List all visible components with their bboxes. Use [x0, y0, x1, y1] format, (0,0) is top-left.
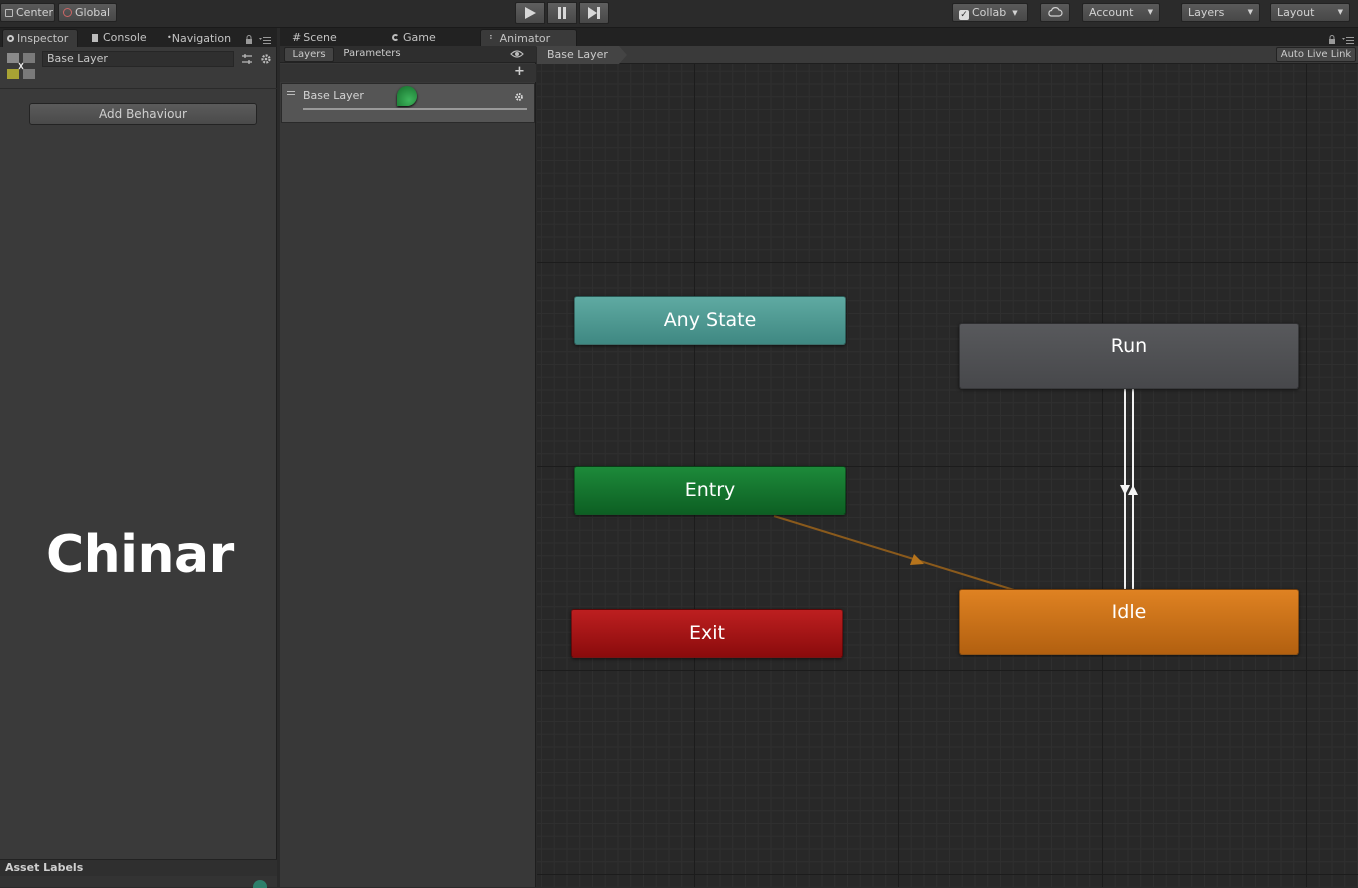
- tab-layers[interactable]: Layers: [284, 47, 334, 62]
- tab-layers-label: Layers: [292, 49, 326, 60]
- layers-subtabs: Layers Parameters: [280, 46, 536, 63]
- chevron-down-icon: ▼: [1147, 8, 1153, 16]
- collab-label: Collab: [972, 6, 1007, 19]
- menu-icon[interactable]: [1342, 36, 1354, 45]
- gear-icon[interactable]: [260, 53, 272, 65]
- breadcrumb-label: Base Layer: [547, 48, 608, 61]
- state-exit-label: Exit: [689, 622, 725, 644]
- layout-label: Layout: [1277, 6, 1315, 19]
- tab-navigation[interactable]: •Navigation: [163, 29, 235, 47]
- collab-dropdown[interactable]: ✓ Collab ▼: [952, 3, 1028, 22]
- pause-button[interactable]: [547, 2, 577, 24]
- pivot-icon: [5, 9, 13, 17]
- transition-arrow-icon: [1128, 485, 1138, 495]
- step-button[interactable]: [579, 2, 609, 24]
- layer-weight-slider[interactable]: [303, 108, 527, 110]
- tab-console-label: Console: [103, 31, 147, 44]
- state-entry[interactable]: Entry: [574, 466, 846, 515]
- step-icon: [588, 7, 600, 19]
- transition-arrow-icon: [1120, 485, 1130, 495]
- layers-toolbar: +: [280, 64, 536, 82]
- drag-handle-icon[interactable]: [287, 91, 295, 95]
- tab-parameters-label: Parameters: [343, 48, 401, 59]
- chevron-down-icon: ▼: [1337, 8, 1343, 16]
- tab-game[interactable]: Game: [388, 29, 440, 47]
- breadcrumb[interactable]: Base Layer: [537, 46, 627, 64]
- account-dropdown[interactable]: Account ▼: [1082, 3, 1160, 22]
- add-behaviour-label: Add Behaviour: [99, 107, 187, 121]
- state-exit[interactable]: Exit: [571, 609, 843, 658]
- tab-navigation-label: Navigation: [171, 32, 232, 45]
- auto-live-link-label: Auto Live Link: [1280, 49, 1352, 60]
- animator-graph[interactable]: Any State Entry Exit Run Idle: [537, 64, 1358, 887]
- scene-icon: #: [292, 31, 302, 44]
- state-idle[interactable]: Idle: [959, 589, 1299, 655]
- plus-icon[interactable]: +: [514, 64, 525, 79]
- auto-live-link-button[interactable]: Auto Live Link: [1276, 47, 1356, 62]
- global-label: Global: [75, 6, 111, 19]
- chevron-down-icon: ▼: [1012, 8, 1018, 17]
- pivot-center-button[interactable]: Center: [0, 3, 55, 22]
- chevron-down-icon: ▼: [1247, 8, 1253, 16]
- center-label: Center: [16, 6, 54, 19]
- tab-animator[interactable]: ⠃ Animator: [480, 29, 577, 47]
- watermark-text: Chinar: [46, 525, 234, 585]
- main-toolbar: Center Global ✓ Collab ▼ Account ▼ Layers ▼ …: [0, 0, 1358, 28]
- state-run[interactable]: Run: [959, 323, 1299, 389]
- eye-icon[interactable]: [510, 49, 524, 59]
- lock-icon[interactable]: [245, 35, 253, 44]
- state-any-state-label: Any State: [663, 309, 757, 331]
- account-label: Account: [1089, 6, 1134, 19]
- layers-label: Layers: [1188, 6, 1225, 19]
- asset-labels-bar: Asset Labels: [0, 859, 277, 876]
- tab-inspector[interactable]: Inspector: [2, 29, 78, 47]
- play-button[interactable]: [515, 2, 545, 24]
- layer-weight-icon: [7, 53, 35, 79]
- inspector-header: Base Layer: [0, 47, 277, 89]
- tab-console[interactable]: Console: [88, 29, 151, 47]
- checkbox-icon: ✓: [959, 10, 969, 20]
- tab-scene[interactable]: # Scene: [288, 29, 341, 47]
- inspector-icon: [7, 35, 14, 42]
- asset-labels-label: Asset Labels: [5, 861, 84, 874]
- left-tab-strip: Inspector Console •Navigation: [0, 28, 277, 47]
- sync-indicator-icon: [397, 86, 417, 106]
- globe-icon: [63, 8, 72, 17]
- asset-labels-area: [0, 876, 277, 888]
- layer-item-label: Base Layer: [303, 89, 364, 102]
- layer-item-base-layer[interactable]: Base Layer: [281, 83, 535, 123]
- tab-game-label: Game: [403, 31, 436, 44]
- console-icon: [92, 34, 98, 42]
- pause-icon: [558, 7, 566, 19]
- cloud-icon: [1048, 7, 1063, 17]
- layer-name-field[interactable]: Base Layer: [42, 51, 234, 67]
- animator-icon: ⠃: [489, 35, 496, 45]
- layout-dropdown[interactable]: Layout ▼: [1270, 3, 1350, 22]
- tab-parameters[interactable]: Parameters: [338, 47, 406, 62]
- layers-dropdown[interactable]: Layers ▼: [1181, 3, 1260, 22]
- lock-icon[interactable]: [1328, 35, 1336, 44]
- state-any-state[interactable]: Any State: [574, 296, 846, 345]
- animator-layers-panel: Layers Parameters + Base Layer: [280, 46, 536, 887]
- gear-icon[interactable]: [514, 92, 524, 102]
- tab-animator-label: Animator: [499, 32, 551, 45]
- add-behaviour-button[interactable]: Add Behaviour: [29, 103, 257, 125]
- layer-name-value: Base Layer: [47, 52, 108, 65]
- animator-breadcrumb-bar: Base Layer Auto Live Link: [537, 46, 1358, 64]
- transition-arrow-icon: [910, 554, 924, 565]
- game-icon: [392, 34, 399, 41]
- preset-icon[interactable]: [241, 53, 253, 65]
- menu-icon[interactable]: [259, 36, 271, 45]
- tab-inspector-label: Inspector: [17, 32, 69, 45]
- pivot-global-button[interactable]: Global: [58, 3, 117, 22]
- cloud-button[interactable]: [1040, 3, 1070, 22]
- center-tab-strip: # Scene Game ⠃ Animator: [280, 28, 1358, 47]
- tab-scene-label: Scene: [303, 31, 337, 44]
- entry-to-idle-transition[interactable]: [773, 515, 1015, 591]
- state-run-label: Run: [1110, 335, 1148, 357]
- state-entry-label: Entry: [684, 479, 736, 501]
- state-idle-label: Idle: [1111, 601, 1147, 623]
- play-icon: [525, 7, 536, 19]
- inspector-panel: Base Layer Add Behaviour Chinar Asset La…: [0, 47, 277, 888]
